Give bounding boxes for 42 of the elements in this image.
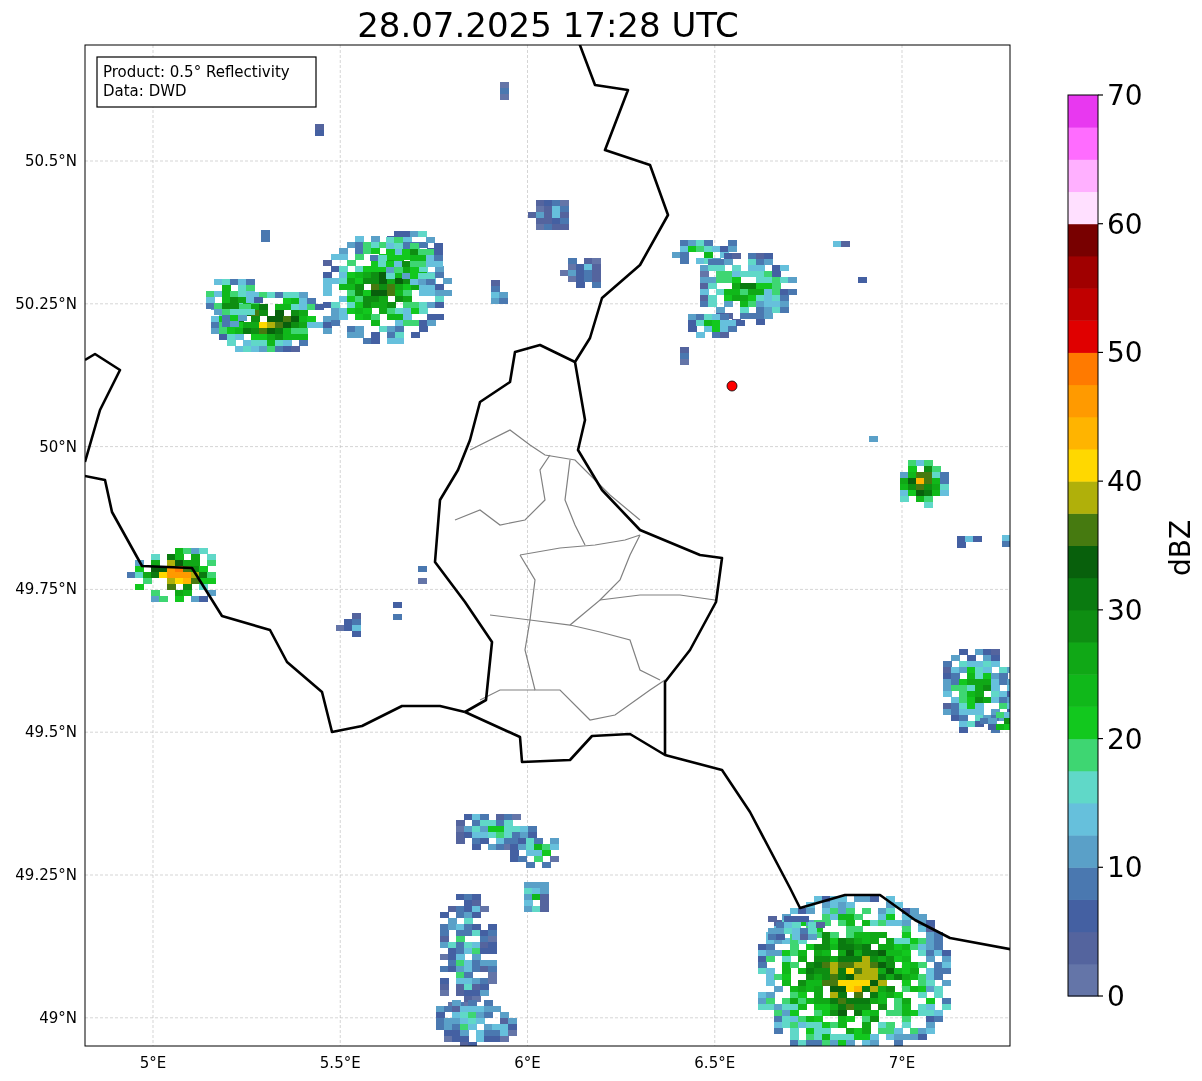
colorbar-label: dBZ	[1164, 519, 1197, 577]
colorbar-tick-label: 20	[1107, 722, 1143, 756]
axis-label: 49.75°N	[15, 580, 77, 599]
legend-text: Data: DWD	[103, 82, 187, 100]
radar-echo	[315, 124, 324, 136]
axis-label: 6°E	[514, 1054, 541, 1072]
radar-echo	[858, 277, 867, 283]
radar-echo	[336, 613, 361, 637]
axis-label: 49°N	[39, 1008, 77, 1027]
radar-site-marker	[726, 380, 738, 392]
radar-echo	[528, 200, 569, 230]
axis-label: 50°N	[39, 437, 77, 456]
radar-echo	[900, 460, 949, 508]
radar-echo	[524, 882, 549, 912]
colorbar-tick-label: 40	[1107, 465, 1143, 499]
radar-echo	[261, 230, 270, 242]
radar-echo	[491, 280, 508, 304]
axis-label: 49.5°N	[24, 723, 77, 742]
radar-echo	[1002, 535, 1010, 547]
axis-label: 5°E	[139, 1054, 167, 1072]
axis-label: 7°E	[888, 1054, 916, 1072]
radar-echo	[680, 347, 689, 365]
axis-label: 50.5°N	[24, 152, 77, 170]
radar-echo	[869, 436, 878, 442]
chart-title: 28.07.2025 17:28 UTC	[357, 5, 739, 45]
legend-text: Product: 0.5° Reflectivity	[103, 63, 290, 81]
radar-echo	[393, 602, 402, 620]
radar-echo	[560, 258, 601, 288]
axis-label: 49.25°N	[15, 866, 77, 884]
axis-label: 5.5°E	[319, 1054, 361, 1072]
colorbar-tick-label: 30	[1107, 593, 1143, 627]
colorbar-tick-label: 50	[1107, 336, 1143, 370]
axis-label: 6.5°E	[694, 1054, 736, 1072]
radar-echo	[418, 566, 427, 584]
radar-echo	[500, 82, 509, 100]
radar-echo	[833, 241, 850, 247]
colorbar-tick-label: 60	[1107, 207, 1143, 241]
radar-echo	[957, 536, 982, 548]
colorbar-tick-label: 0	[1107, 980, 1125, 1013]
axis-label: 50.25°N	[15, 294, 77, 313]
colorbar-tick-label: 10	[1107, 851, 1143, 885]
colorbar-tick-label: 70	[1107, 79, 1143, 112]
